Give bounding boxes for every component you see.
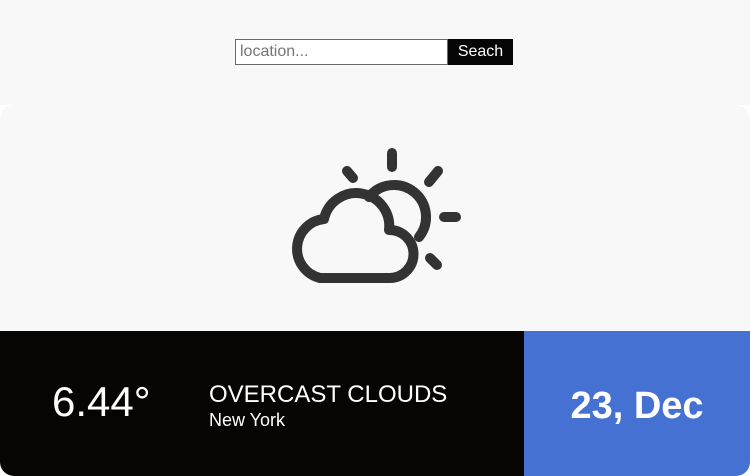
temperature: 6.44° (52, 378, 151, 425)
weather-info-panel: 6.44° OVERCAST CLOUDS New York (0, 331, 524, 476)
search-bar: Seach (0, 0, 750, 105)
date: 23, Dec (570, 384, 704, 427)
search-button[interactable]: Seach (448, 39, 513, 65)
search-form: Seach (235, 39, 513, 65)
date-panel: 23, Dec (524, 331, 750, 476)
search-input[interactable] (235, 39, 448, 65)
weather-description: OVERCAST CLOUDS (209, 381, 448, 408)
city-name: New York (209, 410, 286, 430)
weather-app: Seach 6.44° OVERCA (0, 0, 750, 476)
weather-card: 6.44° OVERCAST CLOUDS New York 23, Dec (0, 105, 750, 476)
partly-cloudy-icon (282, 145, 468, 289)
